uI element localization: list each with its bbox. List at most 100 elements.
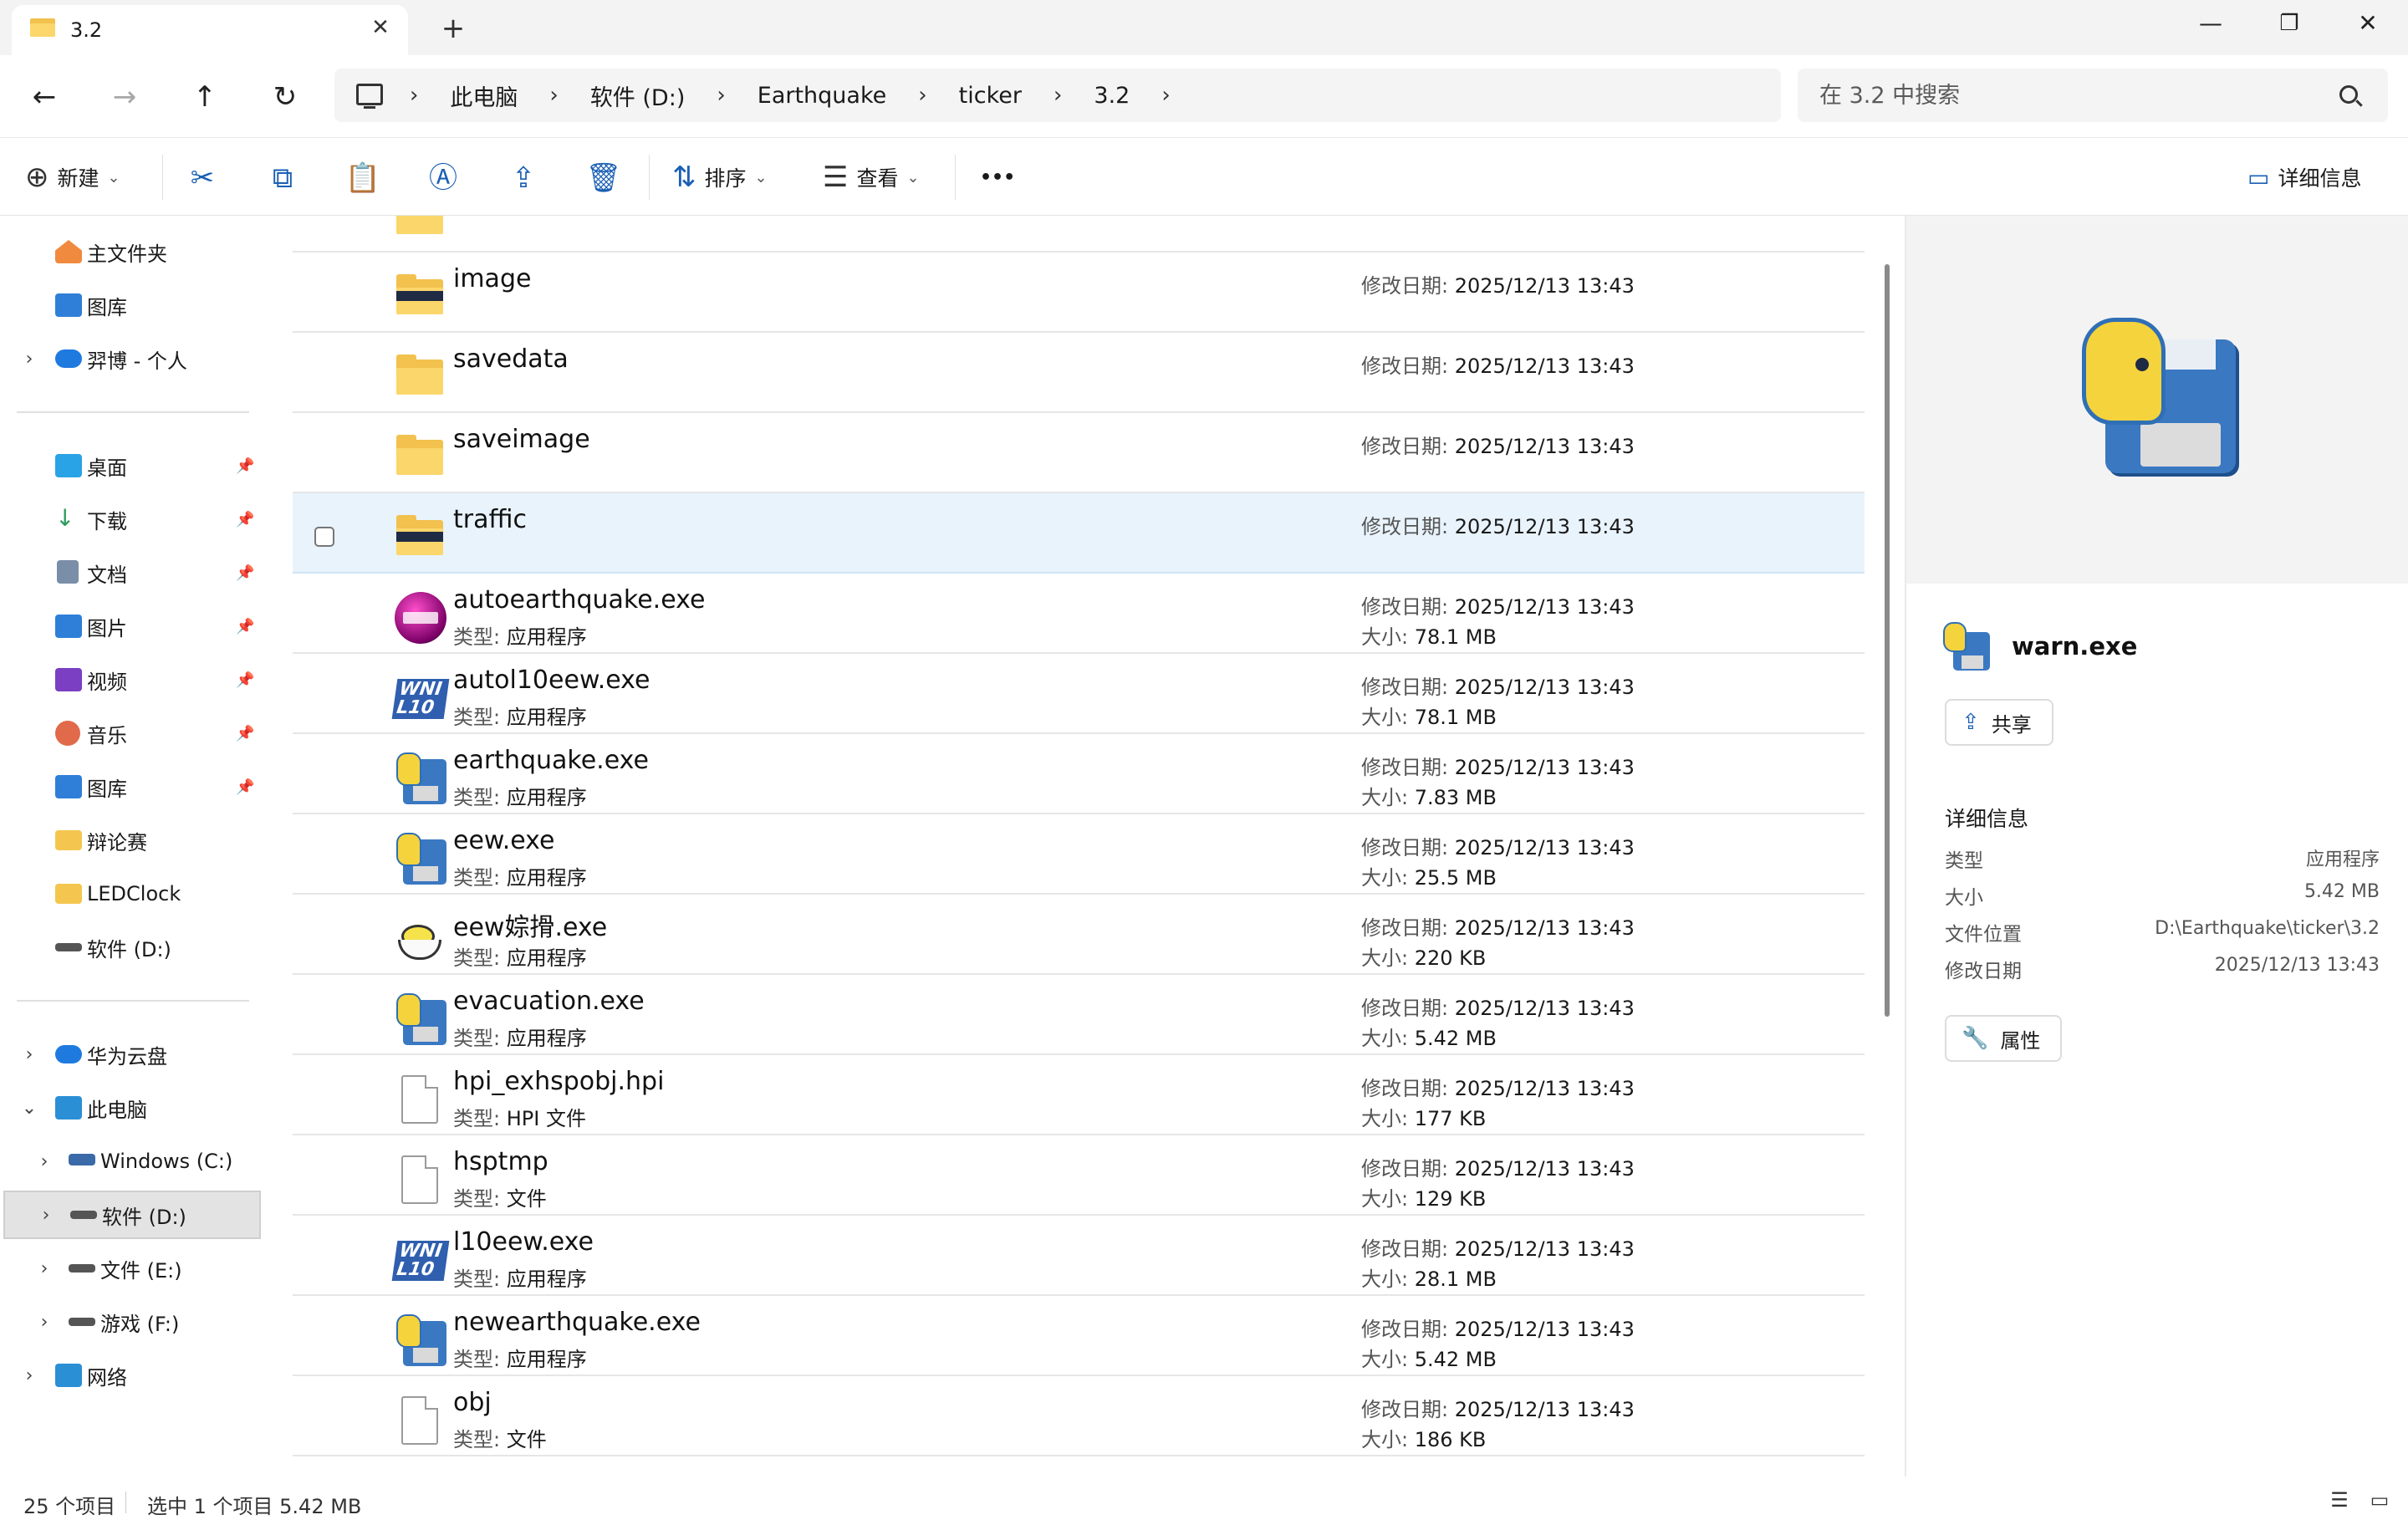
up-button[interactable]: ↑ (181, 75, 229, 119)
breadcrumb-ticker[interactable]: ticker (944, 83, 1037, 109)
rename-icon[interactable]: Ⓐ (421, 156, 465, 200)
properties-button[interactable]: 🔧 属性 (1945, 1015, 2063, 1062)
chevron-right-icon[interactable]: › (901, 83, 943, 108)
address-bar[interactable]: › 此电脑 › 软件 (D:) › Earthquake › ticker › … (334, 69, 1781, 122)
file-row[interactable]: autoearthquake.exe 类型: 应用程序 修改日期: 2025/12/… (293, 574, 1865, 654)
sidebar-item-home[interactable]: 主文件夹 (0, 227, 266, 276)
sidebar-item-gallery[interactable]: 图库 (0, 281, 266, 329)
new-button[interactable]: ⊕ 新建 ⌄ (25, 153, 120, 201)
pin-icon[interactable]: 📌 (236, 457, 254, 475)
more-options-button[interactable]: ••• (980, 153, 1015, 201)
search-input[interactable] (1819, 69, 2321, 122)
sidebar-item-pictures[interactable]: 图片 📌 (0, 602, 266, 650)
scrollbar[interactable] (1885, 264, 1890, 1017)
paste-icon[interactable]: 📋 (341, 156, 385, 200)
sidebar-item-drive-d-pinned[interactable]: 软件 (D:) (0, 923, 266, 972)
delete-icon[interactable]: 🗑 (582, 156, 625, 200)
refresh-button[interactable]: ↻ (261, 75, 309, 119)
chevron-right-icon[interactable]: › (393, 83, 435, 108)
sidebar-item-music[interactable]: 音乐 📌 (0, 709, 266, 757)
chevron-right-icon[interactable]: › (33, 1258, 55, 1279)
file-name[interactable]: traffic (453, 505, 527, 534)
sidebar-item-onedrive[interactable]: › 羿博 - 个人 (0, 334, 266, 383)
close-window-button[interactable]: ✕ (2328, 0, 2408, 47)
file-name[interactable]: earthquake.exe (453, 746, 649, 775)
file-name[interactable]: obj (453, 1388, 492, 1417)
chevron-right-icon[interactable]: › (1145, 83, 1186, 108)
file-name[interactable]: autol10eew.exe (453, 666, 650, 695)
sidebar-item-drive-d[interactable]: › 软件 (D:) (3, 1191, 261, 1239)
file-row[interactable]: WNI L10 l10eew.exe 类型: 应用程序 修改日期: 2025/12/1… (293, 1216, 1865, 1296)
breadcrumb-this-pc[interactable]: 此电脑 (435, 79, 533, 112)
sidebar-item-videos[interactable]: 视频 📌 (0, 655, 266, 704)
tab-current[interactable]: 3.2 ✕ (12, 5, 408, 55)
file-name[interactable]: eew婃搰.exe (453, 906, 607, 943)
chevron-down-icon[interactable]: ⌄ (18, 1098, 40, 1119)
breadcrumb-drive-d[interactable]: 软件 (D:) (575, 79, 701, 112)
file-name[interactable]: image (453, 264, 531, 293)
file-row[interactable]: obj 类型: 文件 修改日期: 2025/12/13 13:43 大小: 186 K… (293, 1376, 1865, 1456)
copy-icon[interactable]: ⧉ (261, 156, 304, 200)
file-name[interactable]: evacuation.exe (453, 987, 645, 1016)
forward-button[interactable]: → (100, 75, 149, 119)
chevron-right-icon[interactable]: › (700, 83, 742, 108)
search-box[interactable] (1798, 69, 2388, 122)
file-row[interactable]: eew.exe 类型: 应用程序 修改日期: 2025/12/13 13:43 大小:… (293, 814, 1865, 895)
sidebar-item-gallery-pinned[interactable]: 图库 📌 (0, 762, 266, 811)
sidebar-item-drive-f[interactable]: › 游戏 (F:) (0, 1298, 266, 1346)
chevron-right-icon[interactable]: › (18, 349, 40, 370)
sidebar-item-downloads[interactable]: ↓ 下载 📌 (0, 495, 266, 543)
share-button[interactable]: ⇪ 共享 (1945, 699, 2053, 746)
folder-row[interactable]: traffic 修改日期: 2025/12/13 13:43 (293, 493, 1865, 574)
pin-icon[interactable]: 📌 (236, 671, 254, 689)
tiles-view-icon[interactable]: ▭ (2366, 1488, 2393, 1513)
tab-close-icon[interactable]: ✕ (366, 13, 395, 42)
new-tab-button[interactable]: + (436, 12, 470, 45)
sidebar-item-drive-e[interactable]: › 文件 (E:) (0, 1244, 266, 1293)
share-icon[interactable]: ⇪ (502, 156, 545, 200)
file-name[interactable]: savedata (453, 344, 569, 374)
view-button[interactable]: ☰ 查看 ⌄ (823, 153, 920, 201)
breadcrumb-3-2[interactable]: 3.2 (1079, 83, 1145, 109)
folder-row[interactable]: data修改日期: 2025/12/13 13:43 (293, 216, 1865, 252)
file-row[interactable]: newearthquake.exe 类型: 应用程序 修改日期: 2025/12/1… (293, 1296, 1865, 1376)
back-button[interactable]: ← (20, 75, 69, 119)
folder-row[interactable]: image 修改日期: 2025/12/13 13:43 (293, 252, 1865, 333)
sidebar-item-huawei-cloud[interactable]: › 华为云盘 (0, 1030, 266, 1079)
sidebar-item-debate[interactable]: 辩论赛 (0, 816, 266, 865)
pin-icon[interactable]: 📌 (236, 778, 254, 796)
breadcrumb-earthquake[interactable]: Earthquake (742, 83, 902, 109)
sidebar-item-ledclock[interactable]: LEDClock (0, 870, 266, 918)
sidebar-item-drive-c[interactable]: › Windows (C:) (0, 1137, 266, 1186)
file-row[interactable]: WNI L10 autol10eew.exe 类型: 应用程序 修改日期: 2025/… (293, 654, 1865, 734)
file-row[interactable]: hsptmp 类型: 文件 修改日期: 2025/12/13 13:43 大小: 12… (293, 1135, 1865, 1216)
file-name[interactable]: hsptmp (453, 1147, 548, 1176)
folder-row[interactable]: saveimage 修改日期: 2025/12/13 13:43 (293, 413, 1865, 493)
file-row[interactable]: eew婃搰.exe 类型: 应用程序 修改日期: 2025/12/13 13:43 大… (293, 895, 1865, 975)
pin-icon[interactable]: 📌 (236, 511, 254, 528)
chevron-right-icon[interactable]: › (18, 1365, 40, 1386)
pin-icon[interactable]: 📌 (236, 564, 254, 582)
chevron-right-icon[interactable]: › (1037, 83, 1079, 108)
chevron-right-icon[interactable]: › (533, 83, 574, 108)
sidebar-item-network[interactable]: › 网络 (0, 1351, 266, 1400)
chevron-right-icon[interactable]: › (33, 1151, 55, 1172)
pin-icon[interactable]: 📌 (236, 725, 254, 742)
file-name[interactable]: eew.exe (453, 826, 554, 855)
file-row[interactable]: hpi_exhspobj.hpi 类型: HPI 文件 修改日期: 2025/12/… (293, 1055, 1865, 1135)
chevron-right-icon[interactable]: › (18, 1044, 40, 1065)
sort-button[interactable]: ⇅ 排序 ⌄ (672, 153, 768, 201)
row-checkbox[interactable] (314, 527, 334, 547)
file-name[interactable]: l10eew.exe (453, 1227, 594, 1257)
sidebar-item-documents[interactable]: 文档 📌 (0, 548, 266, 597)
minimize-button[interactable]: — (2171, 0, 2251, 47)
sidebar-item-this-pc[interactable]: ⌄ 此电脑 (0, 1084, 266, 1132)
details-pane-button[interactable]: ▭ 详细信息 (2247, 153, 2361, 201)
sidebar-item-desktop[interactable]: 桌面 📌 (0, 441, 266, 490)
restore-button[interactable]: ❐ (2249, 0, 2329, 47)
file-name[interactable]: autoearthquake.exe (453, 585, 705, 615)
file-row[interactable]: earthquake.exe 类型: 应用程序 修改日期: 2025/12/13 1… (293, 734, 1865, 814)
search-icon[interactable] (2339, 85, 2358, 104)
folder-row[interactable]: savedata 修改日期: 2025/12/13 13:43 (293, 333, 1865, 413)
chevron-right-icon[interactable]: › (35, 1205, 57, 1226)
